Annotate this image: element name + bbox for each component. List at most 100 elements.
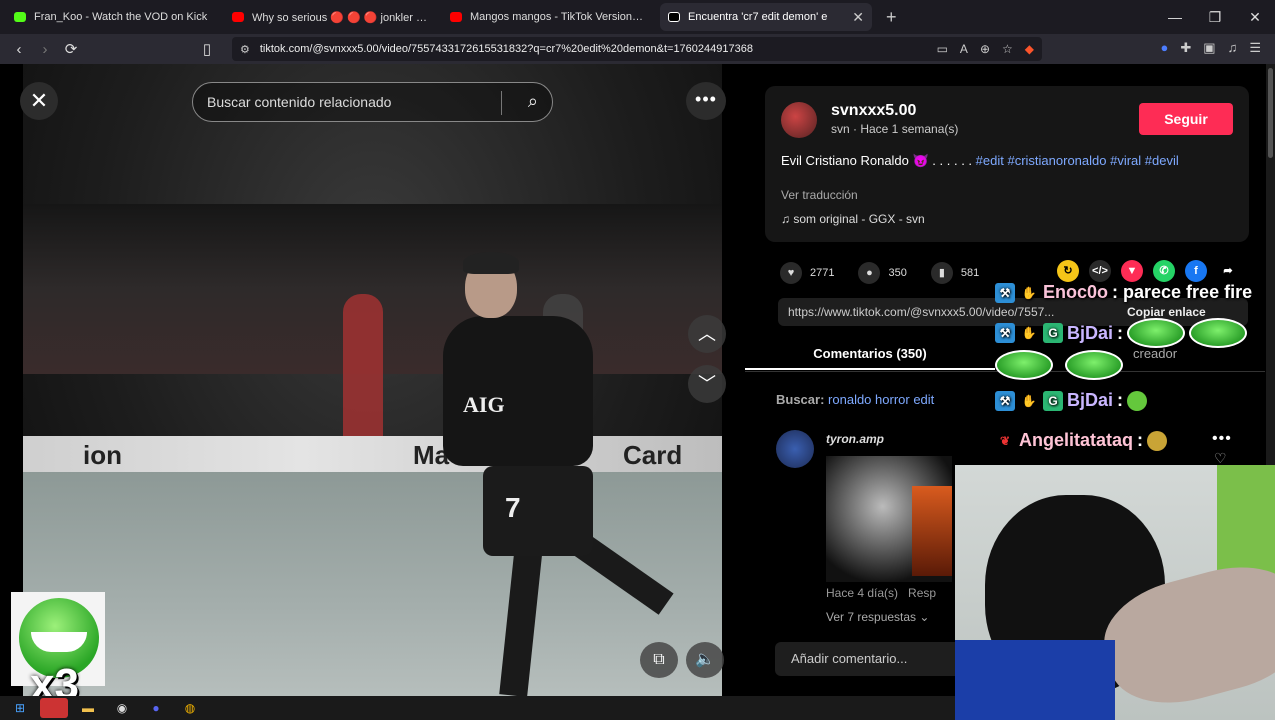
comment-image[interactable] [826, 456, 952, 582]
close-tab-icon[interactable]: ✕ [852, 9, 864, 26]
chat-text: : [1137, 430, 1144, 450]
folder-icon[interactable]: ▬ [74, 698, 102, 718]
commenter-name[interactable]: tyron.amp [826, 432, 884, 446]
image-fire [912, 486, 952, 576]
scrollbar-thumb[interactable] [1268, 68, 1273, 158]
close-window-icon[interactable]: ✕ [1235, 0, 1275, 34]
chevron-down-icon: ﹀ [698, 374, 716, 394]
caption-hashtags[interactable]: #edit #cristianoronaldo #viral #devil [976, 153, 1179, 168]
chat-emote-row [995, 350, 1123, 380]
like-count: 2771 [810, 267, 835, 279]
maximize-icon[interactable]: ❐ [1195, 0, 1235, 34]
chat-user: BjDai [1067, 390, 1114, 410]
music-title: som original - GGX - svn [793, 212, 925, 226]
tab-comments[interactable]: Comentarios (350) [745, 340, 995, 370]
browser-tab-bar: Fran_Koo - Watch the VOD on Kick Why so … [0, 0, 1275, 34]
post-caption: Evil Cristiano Ronaldo 😈 . . . . . . #ed… [781, 152, 1231, 170]
reply-link[interactable]: Resp [908, 586, 936, 600]
view-replies-link[interactable]: Ver 7 respuestas ⌄ [826, 610, 929, 624]
save-icon[interactable]: ▮ [930, 262, 953, 284]
send-icon[interactable]: ▼ [1121, 260, 1143, 282]
chat-text: : parece free fire [1112, 282, 1253, 302]
reload-icon[interactable]: ⟳ [58, 40, 84, 58]
youtube-icon [450, 12, 462, 22]
address-bar-row: ‹ › ⟳ ▯ ⚙ tiktok.com/@svnxxx5.00/video/7… [0, 34, 1275, 64]
badge-icon: ⚒ [995, 323, 1015, 343]
windows-start-icon[interactable]: ⊞ [6, 698, 34, 718]
add-comment-input[interactable]: Añadir comentario... [775, 642, 975, 676]
whatsapp-icon[interactable]: ✆ [1153, 260, 1175, 282]
facebook-icon[interactable]: f [1185, 260, 1207, 282]
chat-user: Enoc0o [1043, 282, 1109, 302]
comment-placeholder: Añadir comentario... [791, 651, 908, 666]
search-icon[interactable]: ⌕ [528, 91, 538, 112]
badge-icon: ⚒ [995, 282, 1015, 303]
hand-icon: ✋ [1021, 326, 1037, 340]
translate-icon[interactable]: A [960, 42, 968, 56]
post-username[interactable]: svnxxx5.00 [831, 102, 916, 120]
zoom-icon[interactable]: ⊕ [980, 42, 990, 56]
forward-icon[interactable]: › [32, 41, 58, 58]
taskbar: ⊞ ▬ ◉ ● ◍ [0, 696, 955, 720]
emote-icon [1127, 318, 1186, 348]
avatar[interactable] [781, 102, 817, 138]
puzzle-icon[interactable]: ✚ [1180, 40, 1191, 56]
search-divider [501, 91, 502, 115]
tab-title: Why so serious 🔴 🔴 🔴 jonkler @s [252, 11, 428, 24]
sidebar-icon[interactable]: ▣ [1203, 40, 1215, 56]
like-icon[interactable]: ♥ [780, 262, 802, 284]
new-tab-button[interactable]: + [886, 7, 897, 28]
comment-time: Hace 4 día(s) Resp [826, 586, 937, 600]
taskbar-app-icon[interactable] [40, 698, 68, 718]
share-arrow-icon[interactable]: ➦ [1217, 260, 1239, 282]
related-search[interactable]: Buscar: ronaldo horror edit [776, 392, 934, 407]
extension-icon[interactable]: ● [1161, 40, 1169, 56]
discord-icon[interactable]: ● [142, 698, 170, 718]
tab-youtube-2[interactable]: Mangos mangos - TikTok Version (In [442, 3, 654, 31]
cast-icon[interactable]: ▭ [937, 42, 948, 56]
close-video-button[interactable]: ✕ [20, 82, 58, 120]
next-video-button[interactable]: ﹀ [688, 365, 726, 403]
tab-kick[interactable]: Fran_Koo - Watch the VOD on Kick [6, 3, 218, 31]
tab-youtube-1[interactable]: Why so serious 🔴 🔴 🔴 jonkler @s [224, 3, 436, 31]
brave-shield-icon[interactable]: ◆ [1025, 42, 1034, 56]
chat-user: BjDai [1067, 322, 1114, 343]
repost-icon[interactable]: ↻ [1057, 260, 1079, 282]
url-field[interactable]: ⚙ tiktok.com/@svnxxx5.00/video/755743317… [232, 37, 1042, 61]
comment-more-icon[interactable]: ••• [1212, 430, 1232, 448]
search-placeholder: Buscar contenido relacionado [207, 94, 392, 110]
chat-text: : [1117, 322, 1124, 343]
caption-text: Evil Cristiano Ronaldo 😈 . . . . . . [781, 153, 973, 168]
embed-icon[interactable]: </> [1089, 260, 1111, 282]
stream-chat-overlay: ⚒ ✋ Enoc0o : parece free fire ⚒ ✋ G BjDa… [995, 282, 1275, 462]
star-icon[interactable]: ☆ [1002, 42, 1013, 56]
player-shorts [483, 466, 593, 556]
more-options-button[interactable]: ••• [686, 82, 726, 120]
picture-in-picture-button[interactable]: ⧉ [640, 642, 678, 678]
music-row[interactable]: ♫ som original - GGX - svn [781, 212, 925, 226]
player-hair [463, 252, 519, 274]
comment-icon[interactable]: ● [858, 262, 881, 284]
chat-user: Angelitatataq [1019, 430, 1134, 450]
back-icon[interactable]: ‹ [6, 41, 32, 58]
translate-link[interactable]: Ver traducción [781, 188, 858, 202]
volume-button[interactable]: 🔈 [686, 642, 724, 678]
menu-icon[interactable]: ☰ [1249, 40, 1261, 56]
jersey-number: 7 [505, 492, 521, 523]
related-query[interactable]: ronaldo horror edit [828, 392, 934, 407]
previous-video-button[interactable]: ︿ [688, 315, 726, 353]
minimize-icon[interactable]: — [1155, 0, 1195, 34]
related-search-input[interactable]: Buscar contenido relacionado ⌕ [192, 82, 553, 122]
volume-icon: 🔈 [695, 651, 715, 668]
commenter-avatar[interactable] [776, 430, 814, 468]
site-info-icon[interactable]: ⚙ [240, 43, 250, 56]
bookmark-icon[interactable]: ▯ [194, 40, 220, 58]
video-player[interactable]: ion Ma Card AIG 7 [23, 64, 722, 696]
jersey-sponsor: AIG [463, 392, 505, 417]
gift-icon: G [1043, 390, 1063, 411]
chrome-icon[interactable]: ◍ [176, 698, 204, 718]
obs-icon[interactable]: ◉ [108, 698, 136, 718]
follow-button[interactable]: Seguir [1139, 103, 1233, 135]
music-icon[interactable]: ♫ [1228, 40, 1238, 56]
tab-tiktok[interactable]: Encuentra 'cr7 edit demon' e ✕ [660, 3, 872, 31]
